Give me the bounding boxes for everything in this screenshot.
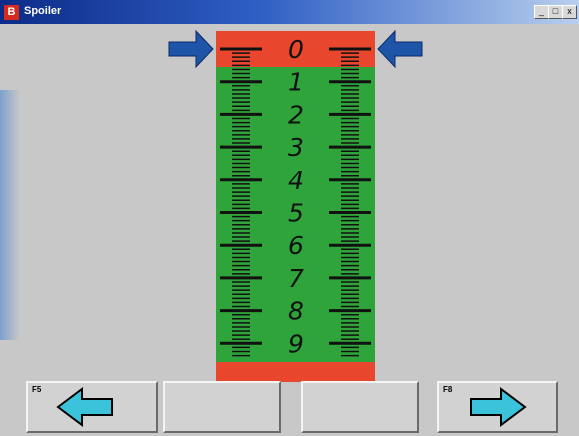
app-icon: B [4,5,19,20]
gauge-end-zone [216,362,375,382]
arrow-right-icon [470,387,527,427]
scale-number-7: 7 [288,264,304,293]
close-button[interactable]: x [562,5,577,19]
arrow-left-icon [56,387,113,427]
window-title: Spoiler [24,5,62,17]
blank-button-1[interactable] [163,381,281,433]
left-pointer-arrow-icon [168,29,214,69]
scale-number-5: 5 [288,199,304,228]
scale-number-2: 2 [288,100,304,129]
minimize-button[interactable]: _ [534,5,549,19]
scale-number-0: 0 [288,35,304,64]
scale-number-1: 1 [288,68,304,97]
scale-number-3: 3 [288,133,304,162]
scale-number-4: 4 [288,166,304,195]
right-pointer-arrow-icon [377,29,423,69]
scale-number-8: 8 [288,297,304,326]
scale-number-6: 6 [288,231,304,260]
blank-button-2[interactable] [301,381,419,433]
scale-number-9: 9 [288,329,304,358]
title-bar: B Spoiler _ □ x [0,0,579,24]
spoiler-gauge: 0 1 2 3 4 5 6 7 8 9 [168,29,423,382]
maximize-button[interactable]: □ [548,5,563,19]
prev-button[interactable]: F5 [26,381,158,433]
next-button[interactable]: F8 [437,381,558,433]
